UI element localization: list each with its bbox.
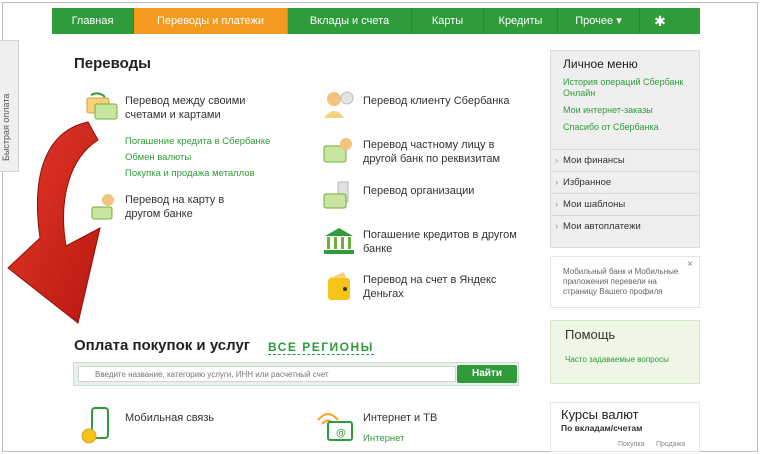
- payment-search-box: Найти: [73, 362, 519, 386]
- nav-deposits[interactable]: Вклады и счета: [288, 8, 412, 34]
- payment-search-input[interactable]: [78, 366, 456, 382]
- payments-title: Оплата покупок и услуг: [74, 337, 251, 354]
- private-person-icon: [323, 138, 352, 163]
- transfer-yandex-link[interactable]: Перевод на счет в Яндекс Деньгах: [363, 273, 503, 301]
- gear-icon: ✱: [654, 13, 666, 29]
- rates-subtitle[interactable]: По вкладам/счетам: [561, 423, 642, 433]
- loan-repayment-sber-link[interactable]: Погашение кредита в Сбербанке: [125, 136, 270, 147]
- currency-exchange-link[interactable]: Обмен валюты: [125, 152, 191, 163]
- menu-autopayments[interactable]: Мои автоплатежи: [551, 215, 699, 237]
- transfer-own-accounts-link[interactable]: Перевод между своими счетами и картами: [125, 94, 255, 122]
- organization-icon: [323, 181, 349, 209]
- red-arrow-icon: [7, 121, 101, 324]
- spasibo-link[interactable]: Спасибо от Сбербанка: [551, 122, 699, 133]
- menu-favorites[interactable]: Избранное: [551, 171, 699, 193]
- notice-box: × Мобильный банк и Мобильные приложения …: [550, 256, 700, 308]
- help-title: Помощь: [565, 327, 616, 342]
- metals-trading-link[interactable]: Покупка и продажа металлов: [125, 168, 255, 179]
- rates-title: Курсы валют: [561, 407, 639, 422]
- personal-menu-panel: Личное меню История операций Сбербанк Он…: [550, 50, 700, 248]
- client-transfer-icon: [324, 91, 354, 118]
- rates-sell-header: Продажа: [656, 441, 686, 448]
- loan-other-bank-link[interactable]: Погашение кредитов в другом банке: [363, 228, 523, 256]
- operations-history-link[interactable]: История операций Сбербанк Онлайн: [551, 77, 699, 99]
- nav-other[interactable]: Прочее ▾: [558, 8, 640, 34]
- nav-transfers-payments[interactable]: Переводы и платежи: [134, 8, 288, 34]
- transfer-to-private-link[interactable]: Перевод частному лицу в другой банк по р…: [363, 138, 513, 166]
- personal-menu-title: Личное меню: [563, 57, 638, 71]
- transfers-title: Переводы: [74, 55, 151, 72]
- help-panel: Помощь Часто задаваемые вопросы: [550, 320, 700, 384]
- faq-link[interactable]: Часто задаваемые вопросы: [565, 355, 675, 365]
- notice-text: Мобильный банк и Мобильные приложения пе…: [563, 267, 679, 296]
- transfer-to-client-link[interactable]: Перевод клиенту Сбербанка: [363, 94, 533, 108]
- menu-templates[interactable]: Мои шаблоны: [551, 193, 699, 215]
- mobile-phone-icon: [81, 407, 109, 444]
- nav-loans[interactable]: Кредиты: [484, 8, 558, 34]
- search-button[interactable]: Найти: [457, 365, 517, 383]
- nav-home[interactable]: Главная: [52, 8, 134, 34]
- settings-button[interactable]: ✱: [640, 8, 680, 34]
- internet-tv-link[interactable]: Интернет и ТВ: [363, 412, 437, 424]
- transfer-to-card-link[interactable]: Перевод на карту в другом банке: [125, 193, 235, 221]
- currency-rates-panel: Курсы валют По вкладам/счетам Покупка Пр…: [550, 402, 700, 452]
- internet-orders-link[interactable]: Мои интернет-заказы: [551, 105, 699, 116]
- close-icon[interactable]: ×: [687, 260, 693, 270]
- mobile-services-link[interactable]: Мобильная связь: [125, 412, 214, 424]
- yandex-wallet-icon: [328, 272, 350, 300]
- transfer-to-organization-link[interactable]: Перевод организации: [363, 184, 513, 198]
- nav-cards[interactable]: Карты: [412, 8, 484, 34]
- menu-my-finances[interactable]: Мои финансы: [551, 149, 699, 171]
- all-regions-link[interactable]: ВСЕ РЕГИОНЫ: [268, 340, 374, 355]
- svg-text:@: @: [336, 428, 346, 439]
- internet-link[interactable]: Интернет: [363, 433, 404, 444]
- main-nav: Главная Переводы и платежи Вклады и счет…: [52, 8, 700, 34]
- internet-tv-icon: @: [317, 413, 353, 441]
- rates-buy-header: Покупка: [618, 441, 645, 448]
- bank-building-icon: [324, 228, 354, 254]
